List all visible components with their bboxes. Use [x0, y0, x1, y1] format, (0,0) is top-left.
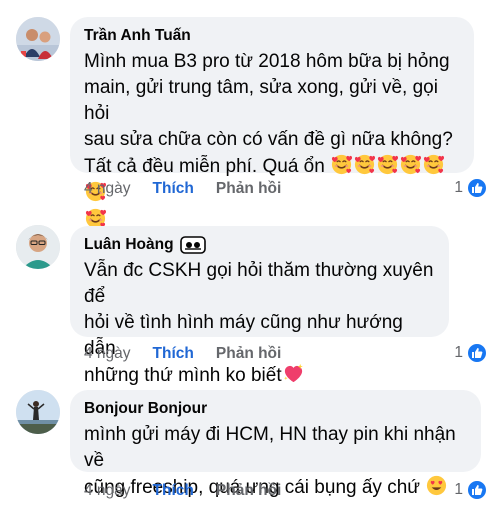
reply-button[interactable]: Phản hồi — [216, 345, 281, 363]
comment-text: Vẫn đc CSKH gọi hỏi thăm thường xuyên để… — [84, 258, 435, 389]
comment-bubble: Bonjour Bonjour mình gửi máy đi HCM, HN … — [70, 390, 481, 498]
reply-button[interactable]: Phản hồi — [216, 180, 281, 198]
thumbs-up-icon — [466, 479, 488, 501]
author-name[interactable]: Luân Hoàng — [84, 235, 174, 255]
comment-time[interactable]: 4 ngày — [84, 180, 131, 198]
thumbs-up-icon — [466, 342, 488, 364]
comment-line: sau sửa chữa còn có vấn đề gì nữa không? — [84, 129, 453, 150]
comment-bubble: Luân Hoàng Vẫn đc CSKH gọi hỏi thăm thườ… — [70, 226, 449, 386]
comment-line: Mình mua B3 pro từ 2018 hôm bữa bị hỏng — [84, 51, 450, 72]
reply-button[interactable]: Phản hồi — [216, 482, 281, 500]
comment-actions: 4 ngày Thích Phản hồi — [84, 343, 281, 365]
comment-line: mình gửi máy đi HCM, HN thay pin khi nhậ… — [84, 424, 456, 471]
like-button[interactable]: Thích — [153, 345, 194, 363]
reaction-count: 1 — [454, 481, 463, 498]
thumbs-up-icon — [466, 177, 488, 199]
comment-text: Mình mua B3 pro từ 2018 hôm bữa bị hỏng … — [84, 49, 460, 234]
sparkling-heart-icon — [283, 363, 303, 383]
comment-author[interactable]: Luân Hoàng — [84, 235, 435, 255]
reaction-summary[interactable]: 1 — [454, 479, 488, 501]
comment-line: main, gửi trung tâm, sửa xong, gửi về, g… — [84, 77, 438, 124]
comment-line: Vẫn đc CSKH gọi hỏi thăm thường xuyên để — [84, 260, 434, 307]
reaction-summary[interactable]: 1 — [454, 177, 488, 199]
author-name[interactable]: Bonjour Bonjour — [84, 399, 207, 419]
avatar[interactable] — [16, 17, 60, 61]
like-button[interactable]: Thích — [153, 482, 194, 500]
comment-actions: 4 ngày Thích Phản hồi — [84, 178, 281, 200]
comment-line: những thứ mình ko biết — [84, 362, 435, 389]
avatar[interactable] — [16, 225, 60, 269]
reaction-count: 1 — [454, 344, 463, 361]
comment-bubble: Trần Anh Tuấn Mình mua B3 pro từ 2018 hô… — [70, 17, 474, 229]
reaction-summary[interactable]: 1 — [454, 342, 488, 364]
heart-eyes-icon — [427, 475, 447, 496]
author-name[interactable]: Trần Anh Tuấn — [84, 26, 191, 46]
comment-author[interactable]: Bonjour Bonjour — [84, 399, 467, 419]
reaction-count: 1 — [454, 179, 463, 196]
fan-badge-icon — [179, 236, 206, 254]
comment-actions: 4 ngày Thích Phản hồi — [84, 480, 281, 502]
comment-author[interactable]: Trần Anh Tuấn — [84, 26, 460, 46]
comment-time[interactable]: 4 ngày — [84, 345, 131, 363]
avatar[interactable] — [16, 390, 60, 434]
like-button[interactable]: Thích — [153, 180, 194, 198]
comment-time[interactable]: 4 ngày — [84, 482, 131, 500]
